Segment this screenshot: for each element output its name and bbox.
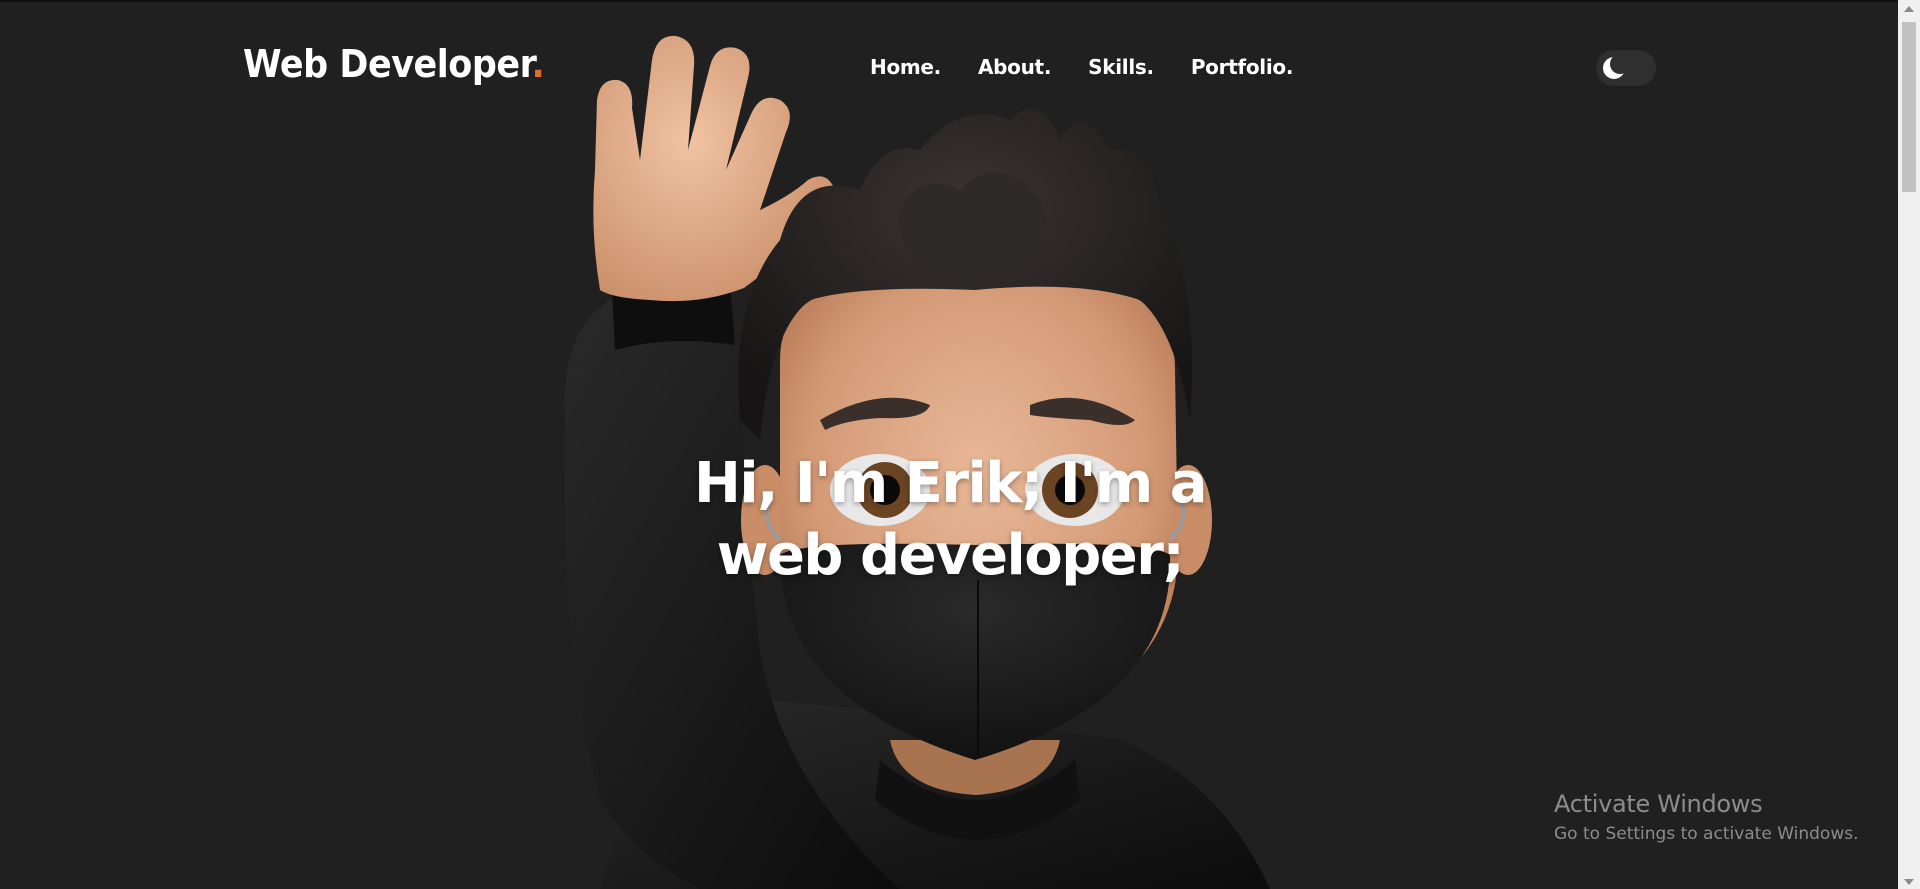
- site-logo[interactable]: Web Developer.: [243, 42, 545, 86]
- nav-about-link[interactable]: About.: [978, 55, 1051, 79]
- watermark-title: Activate Windows: [1554, 790, 1763, 818]
- logo-dot: .: [531, 42, 545, 86]
- watermark-subtitle: Go to Settings to activate Windows.: [1554, 824, 1859, 844]
- nav-home-link[interactable]: Home.: [870, 55, 941, 79]
- scroll-down-arrow-icon[interactable]: [1904, 879, 1914, 885]
- avatar-illustration: [564, 35, 1270, 889]
- nav-portfolio-link[interactable]: Portfolio.: [1191, 55, 1294, 79]
- theme-toggle[interactable]: [1596, 50, 1656, 86]
- moon-icon: [1603, 54, 1628, 79]
- scroll-thumb[interactable]: [1902, 22, 1916, 192]
- main-nav: Home. About. Skills. Portfolio.: [870, 55, 1330, 79]
- nav-skills-link[interactable]: Skills.: [1088, 55, 1154, 79]
- page: Web Developer. Home. About. Skills. Port…: [0, 0, 1920, 889]
- scroll-up-arrow-icon[interactable]: [1904, 6, 1914, 12]
- hero-heading: Hi, I'm Erik; I'm a web developer;: [560, 448, 1340, 592]
- vertical-scrollbar[interactable]: [1898, 0, 1920, 889]
- hero-line-1: Hi, I'm Erik; I'm a: [694, 451, 1207, 516]
- hero-line-2: web developer;: [716, 523, 1185, 588]
- activate-windows-watermark: Activate Windows Go to Settings to activ…: [1554, 790, 1859, 844]
- logo-text: Web Developer: [243, 42, 532, 86]
